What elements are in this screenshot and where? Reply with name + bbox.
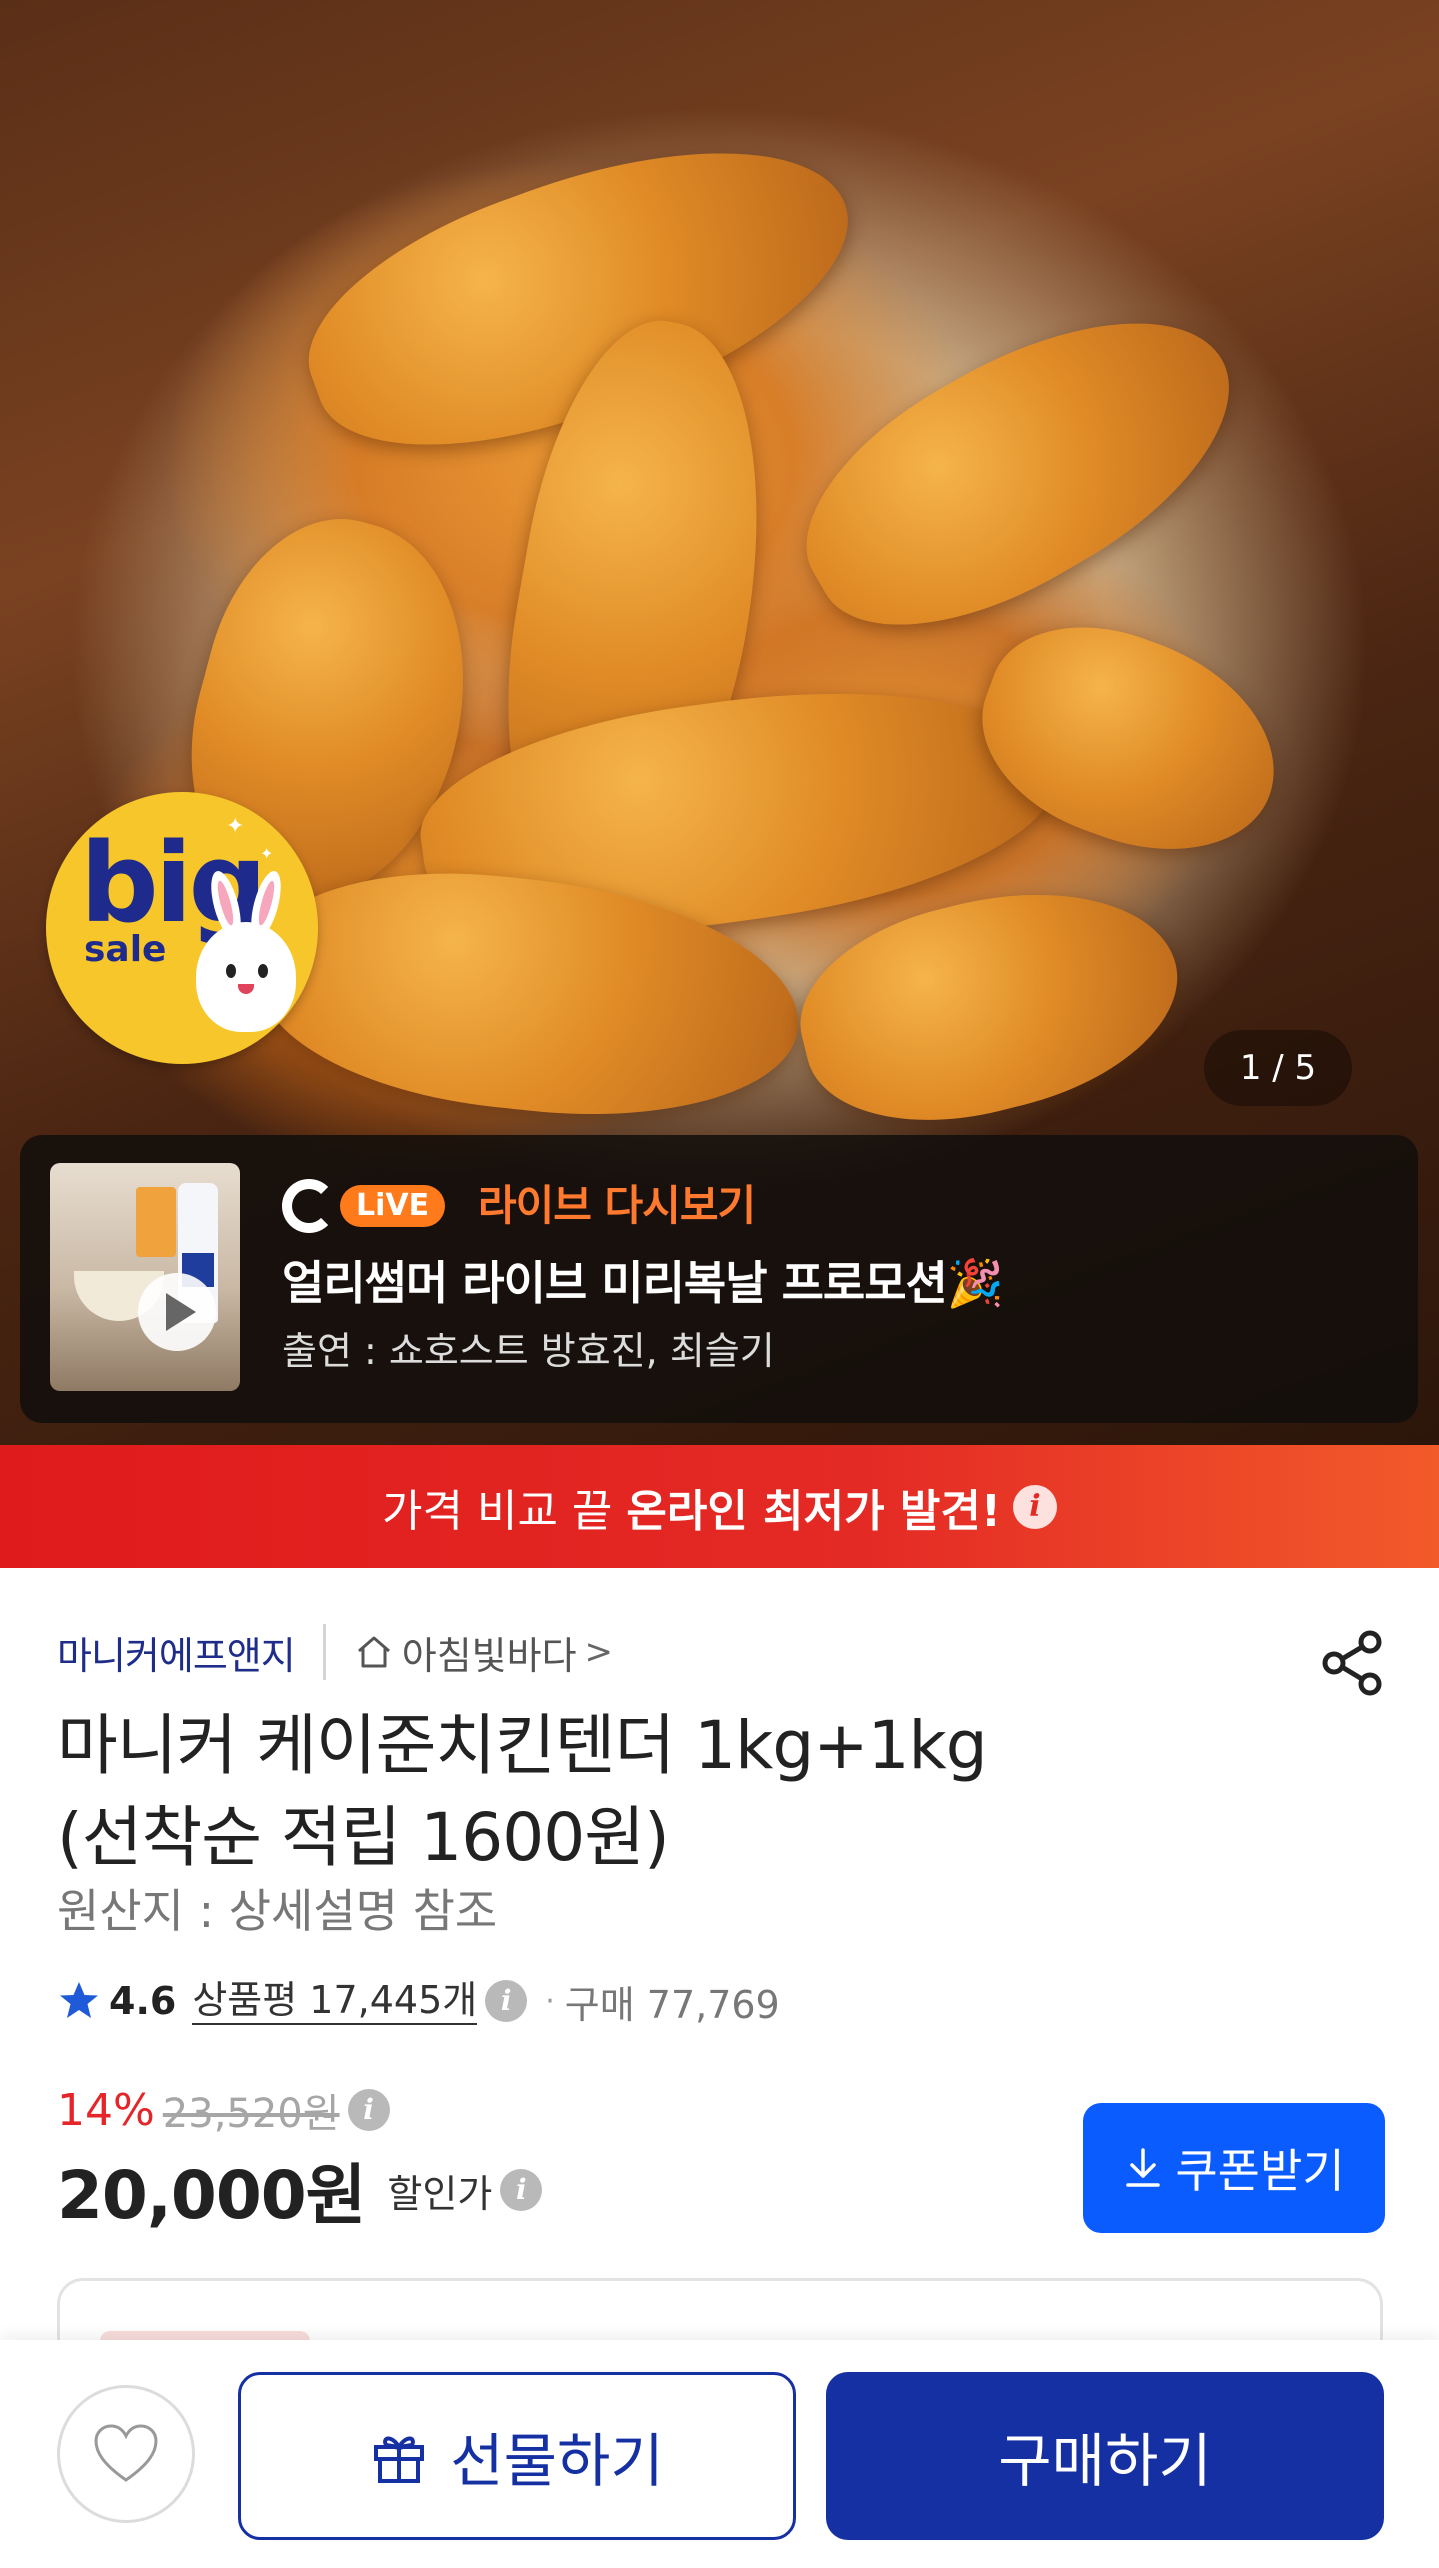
origin-info: 원산지 : 상세설명 참조	[57, 1884, 498, 1938]
seller-name[interactable]: 마니커에프앤지	[57, 1625, 296, 1680]
g-logo-icon	[282, 1179, 336, 1233]
sale-price: 20,000원	[57, 2157, 366, 2234]
gift-icon	[374, 2436, 425, 2483]
price-label: 할인가	[387, 2171, 493, 2216]
rating-row: 4.6 상품평 17,445개 i · 구매 77,769	[57, 1973, 780, 2029]
lowest-price-banner[interactable]: 가격 비교 끝 온라인 최저가 발견! i	[0, 1445, 1439, 1568]
chicken-tender	[765, 259, 1275, 681]
bottom-action-bar: 선물하기 구매하기	[0, 2340, 1439, 2568]
info-icon[interactable]: i	[347, 2089, 390, 2131]
live-thumbnail[interactable]	[50, 1163, 240, 1391]
live-pill: LiVE	[340, 1185, 446, 1227]
play-icon[interactable]	[138, 1273, 216, 1351]
original-price: 23,520원	[162, 2091, 340, 2137]
store-link[interactable]: 아침빛바다	[402, 1625, 577, 1680]
image-page-indicator: 1 / 5	[1204, 1030, 1352, 1106]
purchase-count: 구매 77,769	[564, 1982, 780, 2027]
live-title: 얼리썸머 라이브 미리복날 프로모션🎉	[282, 1256, 1004, 1310]
heart-icon	[94, 2424, 158, 2482]
live-replay-banner[interactable]: LiVE 라이브 다시보기 얼리썸머 라이브 미리복날 프로모션🎉 출연 : 쇼…	[20, 1135, 1418, 1423]
share-icon[interactable]	[1318, 1628, 1388, 1698]
live-replay-label: 라이브 다시보기	[478, 1181, 756, 1230]
live-cast: 출연 : 쇼호스트 방효진, 최슬기	[282, 1329, 775, 1373]
chicken-tender	[954, 594, 1306, 886]
discount-row: 14% 23,520원 i	[57, 2080, 390, 2140]
gift-button[interactable]: 선물하기	[238, 2372, 796, 2540]
discount-rate: 14%	[57, 2084, 155, 2136]
banner-text: 가격 비교 끝	[382, 1485, 613, 1537]
review-count-link[interactable]: 상품평 17,445개	[192, 1977, 478, 2025]
info-icon[interactable]: i	[1012, 1484, 1057, 1529]
info-icon[interactable]: i	[500, 2169, 543, 2211]
rating-value: 4.6	[109, 1979, 177, 2023]
coupon-button[interactable]: 쿠폰받기	[1083, 2103, 1385, 2233]
buy-button[interactable]: 구매하기	[826, 2372, 1384, 2540]
bunny-mascot-icon	[196, 868, 296, 1032]
seller-row: 마니커에프앤지 아침빛바다 >	[57, 1620, 613, 1684]
separator-dot: ·	[545, 1983, 555, 2019]
badge-sale-text: sale	[84, 929, 167, 970]
divider	[322, 1624, 326, 1680]
coupon-label: 쿠폰받기	[1175, 2144, 1345, 2198]
info-icon[interactable]: i	[485, 1980, 528, 2022]
buy-label: 구매하기	[998, 2427, 1212, 2495]
wishlist-button[interactable]	[57, 2385, 195, 2523]
home-icon	[357, 1636, 390, 1668]
gift-label: 선물하기	[450, 2427, 664, 2495]
product-title: 마니커 케이준치킨텐더 1kg+1kg (선착순 적립 1600원)	[57, 1700, 1257, 1884]
product-image-carousel[interactable]: ✦ ✦ big sale 1 / 5 LiVE 라이브 다시보기 얼리썸머 라이…	[0, 0, 1439, 1445]
product-title-line2: (선착순 적립 1600원)	[57, 1799, 670, 1876]
download-icon	[1126, 2148, 1161, 2187]
big-sale-badge: ✦ ✦ big sale	[46, 792, 318, 1064]
banner-highlight: 온라인 최저가 발견!	[626, 1485, 1001, 1537]
glive-logo: LiVE	[282, 1175, 446, 1237]
product-title-line1: 마니커 케이준치킨텐더 1kg+1kg	[57, 1707, 988, 1784]
chevron-right-icon: >	[584, 1632, 614, 1672]
price-row: 20,000원 할인가 i	[57, 2150, 543, 2234]
star-icon	[60, 1982, 98, 2018]
